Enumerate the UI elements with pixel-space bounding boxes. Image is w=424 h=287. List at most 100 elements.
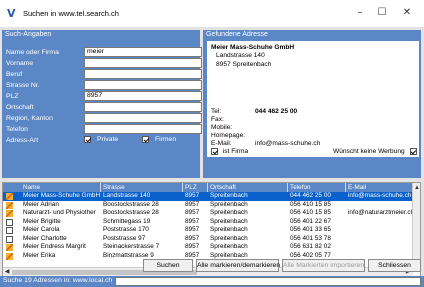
found-address-panel: Gefundene Adresse Meier Mass-Schuhe GmbH…: [203, 30, 421, 178]
column-header-street[interactable]: Strasse: [101, 183, 183, 192]
cell-name: Meier Mass-Schuhe GmbH: [23, 192, 101, 199]
column-header-city[interactable]: Ortschaft: [208, 183, 288, 192]
cell-city: Spreitenbach: [210, 226, 248, 233]
table-row[interactable]: Naturarzt- und Physiother Boostockstrass…: [3, 209, 413, 218]
status-bar: Suche 19 Adressen in: www.local.ch: [0, 276, 424, 287]
cell-street: Schmittegass 19: [103, 217, 151, 225]
cell-plz: 8957: [185, 217, 200, 225]
cell-name: Meier Brigitte: [23, 217, 61, 225]
address-street: Landstrasse 140: [216, 52, 265, 60]
scroll-up-icon[interactable]: ▲: [414, 185, 420, 191]
tel-value: 044 462 25 00: [255, 108, 298, 115]
profession-input[interactable]: [84, 69, 202, 79]
table-row[interactable]: Meier Charlotte Poststrasse 97 8957 Spre…: [3, 235, 413, 244]
minimize-button[interactable]: –: [350, 6, 370, 20]
cell-name: Meier Charlotte: [23, 234, 67, 242]
search-button[interactable]: Suchen: [143, 259, 193, 272]
street-input[interactable]: [84, 80, 202, 90]
vertical-scrollbar[interactable]: ▲ ▼: [412, 183, 420, 268]
blank-entry-icon: [6, 235, 13, 243]
name-label: Name oder Firma: [6, 49, 59, 56]
table-header: Name Strasse PLZ Ortschaft Telefon E-Mai…: [3, 183, 413, 192]
table-row[interactable]: Meier Brigitte Schmittegass 19 8957 Spre…: [3, 218, 413, 227]
cell-plz: 8957: [185, 234, 200, 242]
firstname-label: Vorname: [6, 60, 34, 67]
cell-plz: 8957: [185, 226, 200, 233]
dialog-client: Such-Angaben Name oder Firma meier Vorna…: [0, 27, 424, 287]
column-header-plz[interactable]: PLZ: [183, 183, 208, 192]
cell-plz: 8957: [185, 209, 200, 216]
region-input[interactable]: [84, 113, 202, 123]
cell-phone: 056 401 22 67: [290, 217, 331, 225]
city-input[interactable]: [84, 102, 202, 112]
cell-email: [346, 201, 413, 210]
private-checkbox[interactable]: Private: [84, 136, 118, 143]
ist-firma-label: ist Firma: [222, 148, 249, 156]
table-row[interactable]: Meier Carola Poststrasse 170 8957 Spreit…: [3, 226, 413, 235]
cell-email: [346, 226, 413, 235]
cell-city: Spreitenbach: [210, 192, 248, 199]
city-label: Ortschaft: [6, 104, 34, 111]
cell-phone: 056 401 53 78: [290, 234, 331, 242]
phone-input[interactable]: [84, 124, 202, 134]
cell-street: Poststrasse 170: [103, 226, 149, 233]
name-input[interactable]: meier: [84, 47, 202, 57]
cell-street: Landstrasse 140: [103, 192, 151, 199]
cell-name: Meier Adrian: [23, 200, 59, 208]
window-title: Suchen in www.tel.search.ch: [23, 9, 119, 18]
column-header-name[interactable]: Name: [21, 183, 101, 192]
import-marked-button[interactable]: Alle Markierten importieren: [282, 259, 365, 272]
street-label: Strasse Nr.: [6, 82, 40, 89]
table-row[interactable]: Meier Endress Margrit Steinackerstrasse …: [3, 243, 413, 252]
column-header-phone[interactable]: Telefon: [288, 183, 346, 192]
region-label: Region, Kanton: [6, 115, 53, 122]
no-ads-checkbox-box[interactable]: [409, 148, 417, 155]
cell-city: Spreitenbach: [210, 243, 248, 250]
cell-street: Steinackerstrasse 7: [103, 243, 160, 250]
cell-email: [346, 218, 413, 227]
toggle-all-button[interactable]: Alle markieren/demarkieren: [196, 259, 280, 272]
blank-entry-icon: [6, 227, 13, 234]
no-ads-label: Wünscht keine Werbung: [333, 148, 405, 156]
column-header-email[interactable]: E-Mail: [346, 183, 413, 192]
firmen-checkbox[interactable]: Firmen: [142, 136, 176, 143]
cell-city: Spreitenbach: [210, 217, 248, 225]
plz-label: PLZ: [6, 93, 19, 100]
search-panel-heading: Such-Angaben: [5, 31, 52, 38]
firmen-checkbox-label: Firmen: [154, 136, 177, 144]
status-text: Suche 19 Adressen in: www.local.ch: [3, 277, 113, 284]
pencil-icon: [6, 193, 13, 200]
profession-label: Beruf: [6, 71, 23, 78]
cell-city: Spreitenbach: [210, 234, 248, 242]
app-logo-icon: V: [7, 7, 16, 20]
firstname-input[interactable]: [84, 58, 202, 68]
plz-input[interactable]: 8957: [84, 91, 202, 101]
email-value: info@mass-schuhe.ch: [255, 140, 321, 147]
table-row[interactable]: Meier Mass-Schuhe GmbH Landstrasse 140 8…: [3, 192, 413, 201]
blank-entry-icon: [6, 218, 13, 226]
close-button[interactable]: Schliessen: [368, 259, 421, 272]
cell-street: Boostockstrasse 28: [103, 209, 159, 216]
cell-email: info@mass-schuhe.ch: [348, 192, 412, 199]
cell-phone: 056 631 82 02: [290, 243, 331, 250]
ist-firma-checkbox[interactable]: ist Firma: [211, 148, 248, 157]
table-row[interactable]: Meier Adrian Boostockstrasse 28 8957 Spr…: [3, 201, 413, 210]
phone-label: Telefon: [6, 126, 28, 133]
pencil-icon: [6, 210, 13, 217]
cell-city: Spreitenbach: [210, 209, 248, 216]
private-checkbox-label: Private: [96, 136, 119, 144]
cell-name: Naturarzt- und Physiother: [23, 209, 96, 216]
cell-phone: 056 401 33 65: [290, 226, 331, 233]
cell-phone: 056 410 15 85: [290, 200, 331, 208]
no-ads-checkbox[interactable]: Wünscht keine Werbung: [333, 148, 417, 157]
private-checkbox-box[interactable]: [84, 136, 91, 143]
firmen-checkbox-box[interactable]: [142, 136, 149, 143]
address-name: Meier Mass-Schuhe GmbH: [211, 44, 295, 51]
cell-phone: 056 410 15 85: [290, 209, 331, 216]
found-address-heading: Gefundene Adresse: [206, 31, 268, 38]
ist-firma-checkbox-box[interactable]: [211, 148, 218, 155]
address-type-label: Adress-Art: [6, 137, 39, 144]
pencil-icon: [6, 244, 13, 251]
close-window-button[interactable]: ✕: [397, 6, 417, 20]
maximize-button[interactable]: ☐: [372, 6, 392, 20]
